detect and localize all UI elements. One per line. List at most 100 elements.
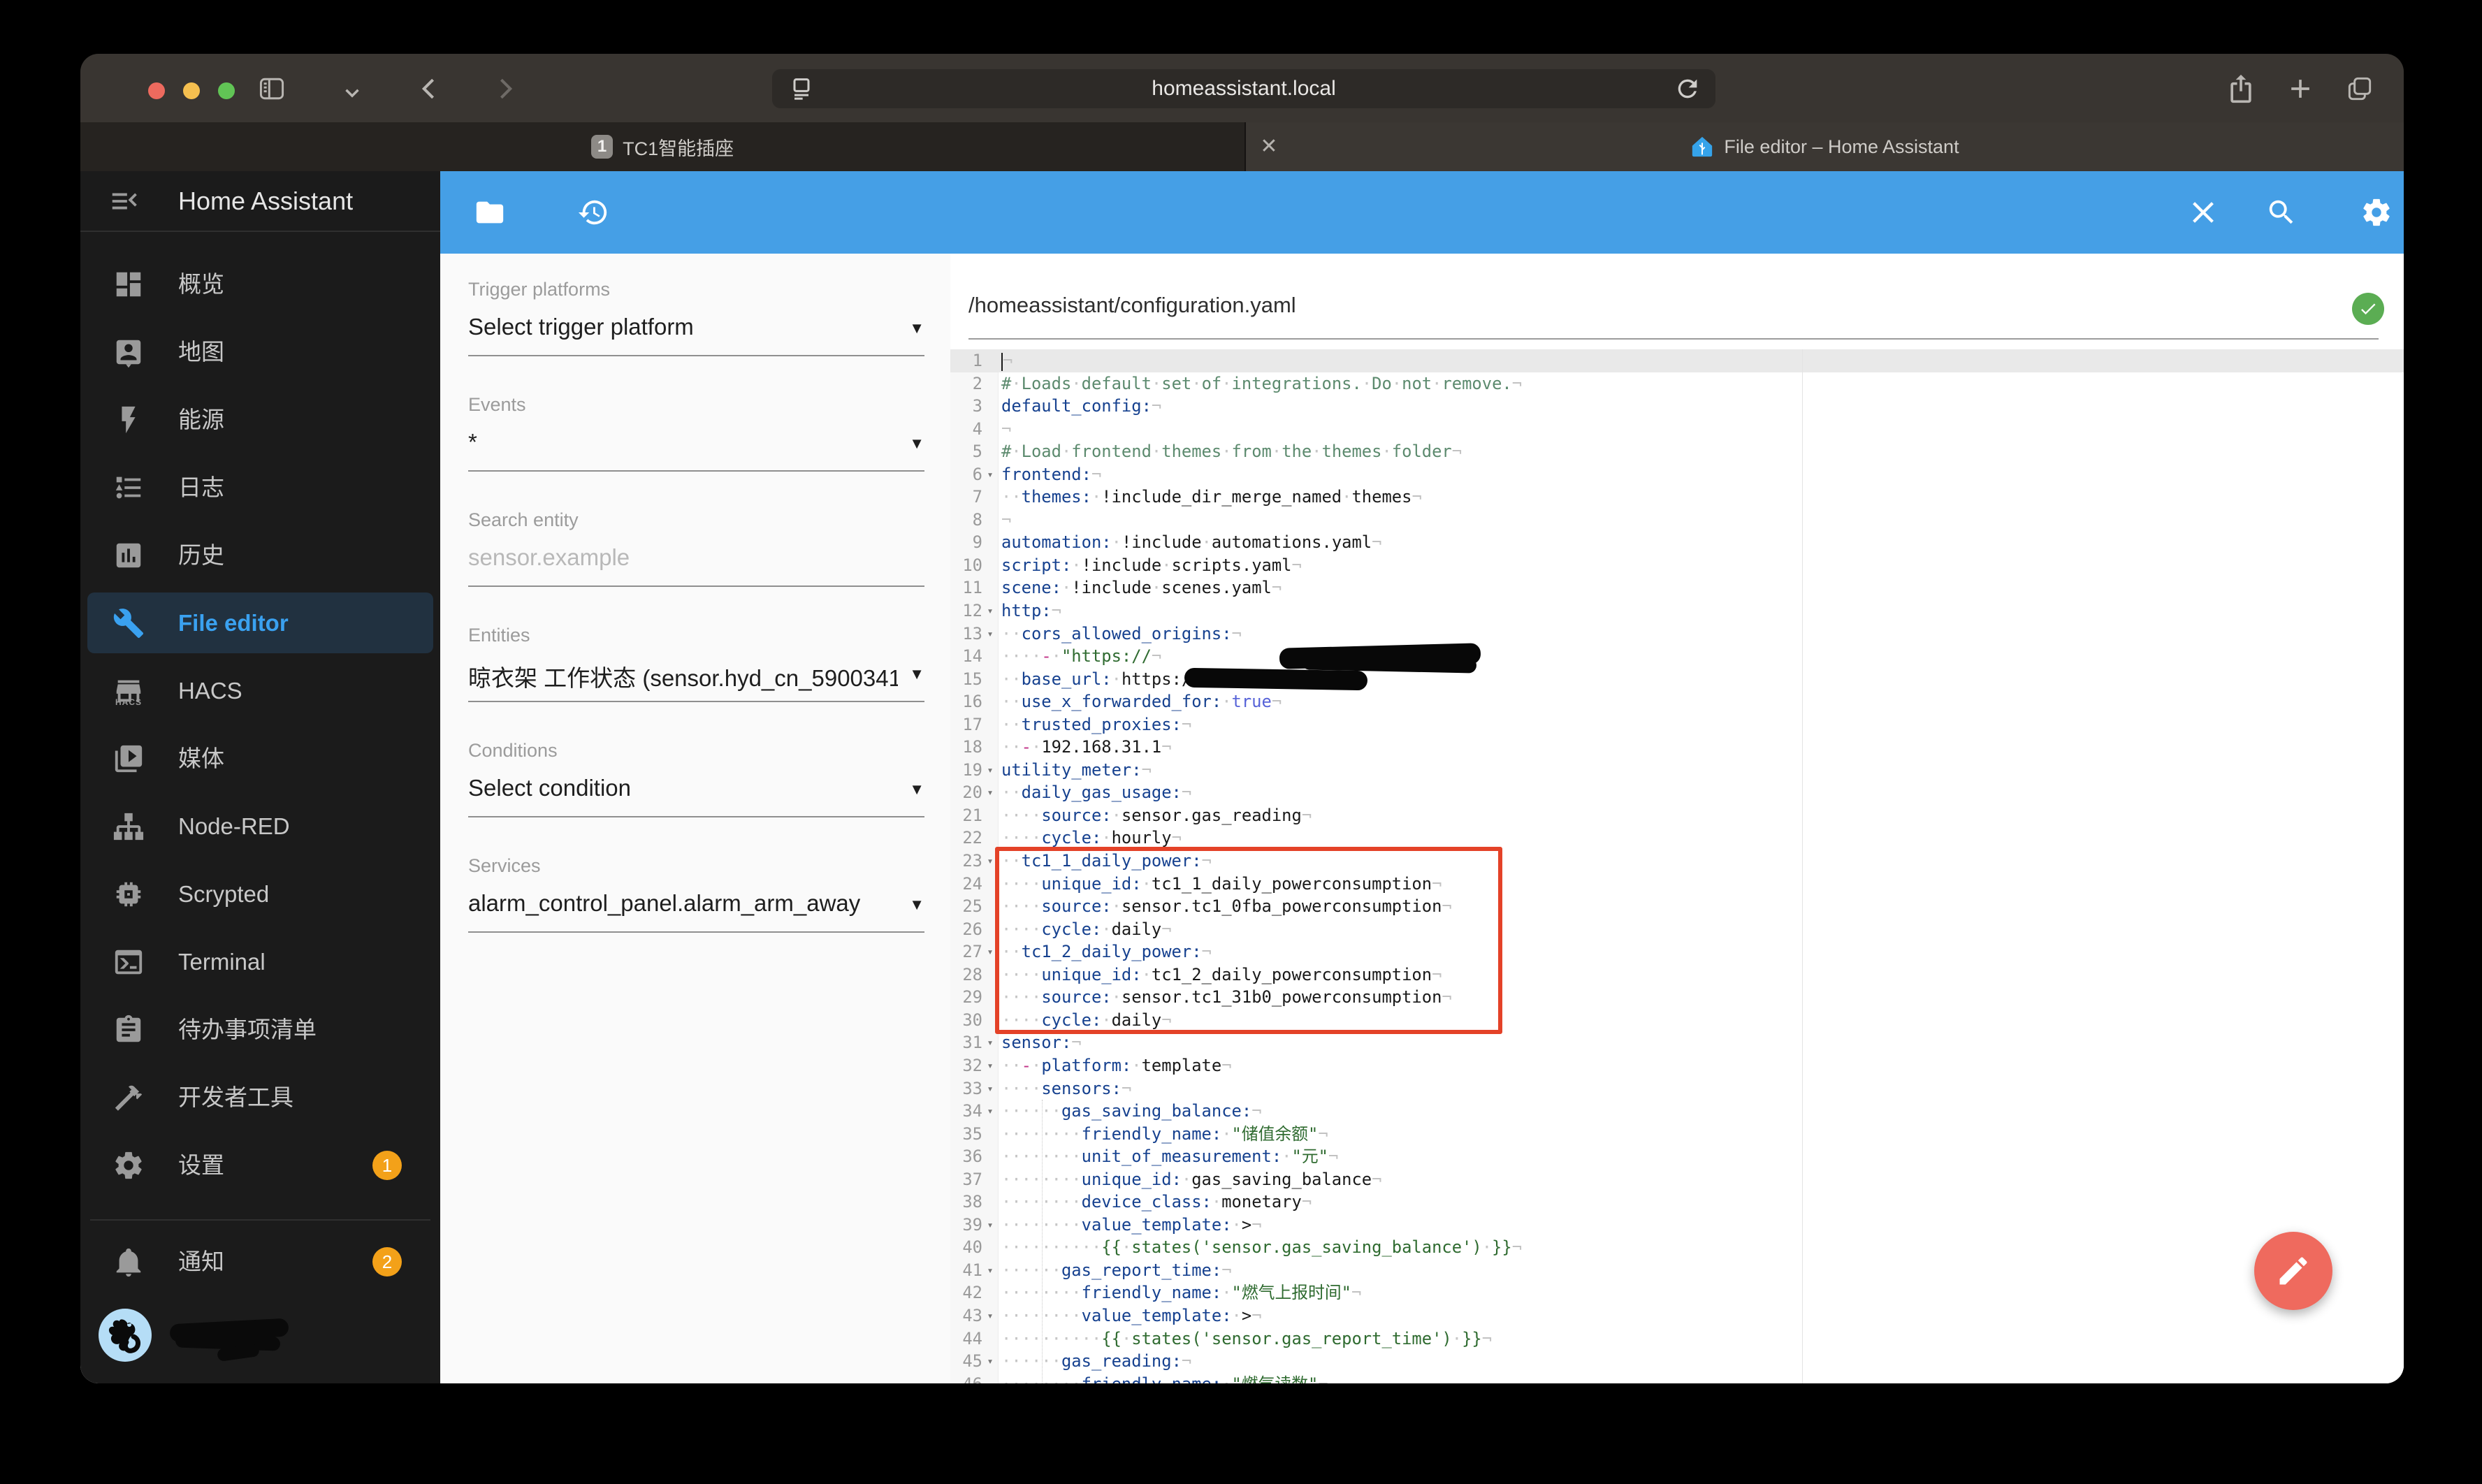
code-line-39[interactable]: 39 ▾ ········value_template:·>¬ bbox=[950, 1214, 2404, 1237]
field-value[interactable]: * bbox=[468, 429, 898, 456]
dropdown-caret-icon[interactable]: ▼ bbox=[909, 896, 924, 914]
code-line-33[interactable]: 33 ▾ ····sensors:¬ bbox=[950, 1077, 2404, 1100]
code-line-15[interactable]: 15▾··base_url:·https://¬ bbox=[950, 668, 2404, 691]
sidebar-item-hacs[interactable]: HACS HACS bbox=[80, 657, 440, 725]
reload-icon[interactable] bbox=[1674, 75, 1701, 103]
code-line-2[interactable]: 2▾#·Loads·default·set·of·integrations.·D… bbox=[950, 372, 2404, 395]
code-line-43[interactable]: 43 ▾ ········value_template:·>¬ bbox=[950, 1304, 2404, 1327]
code-line-36[interactable]: 36▾········unit_of_measurement:·"元"¬ bbox=[950, 1145, 2404, 1168]
code-line-45[interactable]: 45 ▾ ······gas_reading:¬ bbox=[950, 1350, 2404, 1373]
code-editor[interactable]: 1▾¬2▾#·Loads·default·set·of·integrations… bbox=[950, 349, 2404, 1383]
address-bar[interactable]: homeassistant.local bbox=[772, 69, 1715, 108]
sidebar-item-媒体[interactable]: 媒体 bbox=[80, 725, 440, 792]
code-line-1[interactable]: 1▾¬ bbox=[950, 349, 2404, 372]
fold-arrow-icon[interactable]: ▾ bbox=[982, 1054, 998, 1077]
close-icon[interactable] bbox=[2187, 196, 2219, 228]
code-line-4[interactable]: 4▾¬ bbox=[950, 418, 2404, 441]
code-line-31[interactable]: 31 ▾ sensor:¬ bbox=[950, 1031, 2404, 1054]
fold-arrow-icon[interactable]: ▾ bbox=[982, 1259, 998, 1282]
sidebar-toggle-icon[interactable] bbox=[256, 73, 287, 104]
dropdown-caret-icon[interactable]: ▼ bbox=[909, 319, 924, 337]
history-icon[interactable] bbox=[577, 196, 609, 228]
fold-arrow-icon[interactable]: ▾ bbox=[982, 781, 998, 804]
folder-icon[interactable] bbox=[474, 196, 506, 228]
field-value[interactable]: alarm_control_panel.alarm_arm_away bbox=[468, 890, 898, 917]
code-line-8[interactable]: 8▾¬ bbox=[950, 509, 2404, 532]
tab-close-icon[interactable]: ✕ bbox=[1257, 135, 1281, 159]
fold-arrow-icon[interactable]: ▾ bbox=[982, 599, 998, 623]
code-line-14[interactable]: 14▾····-·"https://¬ bbox=[950, 645, 2404, 668]
code-line-20[interactable]: 20 ▾ ··daily_gas_usage:¬ bbox=[950, 781, 2404, 804]
fold-arrow-icon[interactable]: ▾ bbox=[982, 759, 998, 782]
dropdown-caret-icon[interactable]: ▼ bbox=[909, 435, 924, 453]
edit-fab-button[interactable] bbox=[2254, 1232, 2332, 1310]
fold-arrow-icon[interactable]: ▾ bbox=[982, 1031, 998, 1054]
code-line-6[interactable]: 6 ▾ frontend:¬ bbox=[950, 463, 2404, 486]
code-line-7[interactable]: 7▾··themes:·!include_dir_merge_named·the… bbox=[950, 486, 2404, 509]
search-icon[interactable] bbox=[2265, 196, 2298, 228]
sidebar-item-terminal[interactable]: Terminal bbox=[80, 928, 440, 996]
code-line-46[interactable]: 46▾········friendly_name:·"燃气读数"¬ bbox=[950, 1373, 2404, 1383]
code-line-37[interactable]: 37▾········unique_id:·gas_saving_balance… bbox=[950, 1168, 2404, 1191]
code-line-16[interactable]: 16▾··use_x_forwarded_for:·true¬ bbox=[950, 690, 2404, 713]
code-line-38[interactable]: 38▾········device_class:·monetary¬ bbox=[950, 1191, 2404, 1214]
sidebar-item-概览[interactable]: 概览 bbox=[80, 250, 440, 318]
sidebar-item-日志[interactable]: 日志 bbox=[80, 453, 440, 521]
sidebar-item-开发者工具[interactable]: 开发者工具 bbox=[80, 1063, 440, 1131]
browser-tab-1[interactable]: 1 TC1智能插座 bbox=[80, 122, 1246, 171]
code-line-13[interactable]: 13 ▾ ··cors_allowed_origins:¬ bbox=[950, 623, 2404, 646]
field-value[interactable]: 晾衣架 工作状态 (sensor.hyd_cn_5900341... bbox=[468, 660, 898, 693]
code-line-3[interactable]: 3▾default_config:¬ bbox=[950, 395, 2404, 418]
field-value[interactable]: Select trigger platform bbox=[468, 314, 898, 340]
menu-open-icon[interactable] bbox=[108, 185, 140, 217]
field-input[interactable]: sensor.example bbox=[468, 544, 898, 571]
sidebar-item-能源[interactable]: 能源 bbox=[80, 386, 440, 453]
zoom-window-button[interactable] bbox=[218, 82, 235, 99]
code-line-35[interactable]: 35▾········friendly_name:·"储值余额"¬ bbox=[950, 1123, 2404, 1146]
code-line-11[interactable]: 11▾scene:·!include·scenes.yaml¬ bbox=[950, 576, 2404, 599]
code-line-40[interactable]: 40▾··········{{·states('sensor.gas_savin… bbox=[950, 1236, 2404, 1259]
new-tab-icon[interactable] bbox=[2285, 73, 2316, 104]
fold-arrow-icon[interactable]: ▾ bbox=[982, 1077, 998, 1100]
share-icon[interactable] bbox=[2226, 73, 2256, 104]
sidebar-user-row[interactable] bbox=[80, 1297, 440, 1374]
code-line-32[interactable]: 32 ▾ ··-·platform:·template¬ bbox=[950, 1054, 2404, 1077]
sidebar-item-设置[interactable]: 设置 1 bbox=[80, 1131, 440, 1199]
code-line-10[interactable]: 10▾script:·!include·scripts.yaml¬ bbox=[950, 554, 2404, 577]
sidebar-item-scrypted[interactable]: Scrypted bbox=[80, 860, 440, 928]
fold-arrow-icon[interactable]: ▾ bbox=[982, 463, 998, 486]
chevron-down-icon[interactable] bbox=[340, 78, 364, 108]
sidebar-item-file-editor[interactable]: File editor bbox=[80, 589, 440, 657]
close-window-button[interactable] bbox=[148, 82, 165, 99]
avatar[interactable] bbox=[99, 1309, 152, 1362]
code-line-12[interactable]: 12 ▾ http:¬ bbox=[950, 599, 2404, 623]
code-line-41[interactable]: 41 ▾ ······gas_report_time:¬ bbox=[950, 1259, 2404, 1282]
code-line-44[interactable]: 44▾··········{{·states('sensor.gas_repor… bbox=[950, 1327, 2404, 1351]
code-line-17[interactable]: 17▾··trusted_proxies:¬ bbox=[950, 713, 2404, 736]
code-line-21[interactable]: 21▾····source:·sensor.gas_reading¬ bbox=[950, 804, 2404, 827]
code-line-9[interactable]: 9▾automation:·!include·automations.yaml¬ bbox=[950, 531, 2404, 554]
sidebar-item-待办事项清单[interactable]: 待办事项清单 bbox=[80, 996, 440, 1063]
code-line-5[interactable]: 5▾#·Load·frontend·themes·from·the·themes… bbox=[950, 440, 2404, 463]
fold-arrow-icon[interactable]: ▾ bbox=[982, 1304, 998, 1327]
code-line-19[interactable]: 19 ▾ utility_meter:¬ bbox=[950, 759, 2404, 782]
dropdown-caret-icon[interactable]: ▼ bbox=[909, 665, 924, 683]
code-line-34[interactable]: 34 ▾ ······gas_saving_balance:¬ bbox=[950, 1100, 2404, 1123]
minimize-window-button[interactable] bbox=[183, 82, 200, 99]
fold-arrow-icon[interactable]: ▾ bbox=[982, 623, 998, 646]
code-line-18[interactable]: 18▾··-·192.168.31.1¬ bbox=[950, 736, 2404, 759]
fold-arrow-icon[interactable]: ▾ bbox=[982, 1350, 998, 1373]
dropdown-caret-icon[interactable]: ▼ bbox=[909, 780, 924, 799]
sidebar-item-notifications[interactable]: 通知 2 bbox=[80, 1228, 440, 1295]
tab-overview-icon[interactable] bbox=[2344, 73, 2375, 104]
code-line-42[interactable]: 42▾········friendly_name:·"燃气上报时间"¬ bbox=[950, 1281, 2404, 1304]
field-value[interactable]: Select condition bbox=[468, 775, 898, 801]
fold-arrow-icon[interactable]: ▾ bbox=[982, 1100, 998, 1123]
fold-arrow-icon[interactable]: ▾ bbox=[982, 1214, 998, 1237]
back-button[interactable] bbox=[414, 73, 445, 104]
sidebar-item-历史[interactable]: 历史 bbox=[80, 521, 440, 589]
browser-tab-2[interactable]: ✕ File editor – Home Assistant bbox=[1246, 122, 2404, 171]
forward-button[interactable] bbox=[489, 73, 520, 104]
gear-icon[interactable] bbox=[2360, 196, 2393, 228]
sidebar-item-node-red[interactable]: Node-RED bbox=[80, 792, 440, 860]
